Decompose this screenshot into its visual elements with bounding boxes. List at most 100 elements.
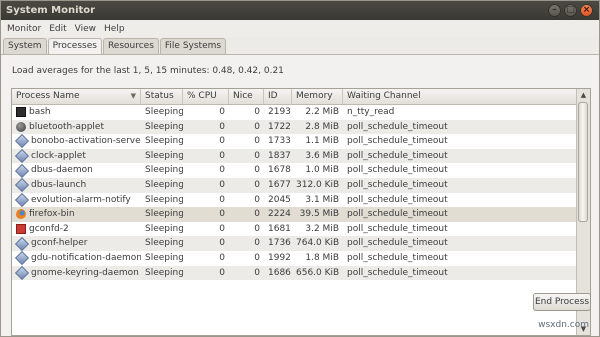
column-header-waiting-channel[interactable]: Waiting Channel [343, 89, 578, 104]
tab-processes[interactable]: Processes [47, 38, 102, 55]
menu-monitor[interactable]: Monitor [3, 24, 45, 34]
watermark: wsxdn.com [538, 320, 589, 330]
load-averages-label: Load averages for the last 1, 5, 15 minu… [12, 66, 284, 76]
process-name-label: gconf-helper [31, 238, 88, 249]
process-name-label: bonobo-activation-server [31, 136, 141, 147]
cpu-cell: 0 [219, 165, 225, 176]
waiting-channel-cell: poll_schedule_timeout [347, 165, 448, 176]
tab-system[interactable]: System [3, 38, 47, 54]
waiting-channel-cell: n_tty_read [347, 107, 395, 117]
status-cell: Sleeping [145, 252, 183, 263]
process-name-label: gconfd-2 [29, 223, 69, 234]
table-row[interactable]: evolution-alarm-notify Sleeping 0 0 2045 3.1 … [12, 192, 578, 208]
nice-cell: 0 [254, 252, 260, 263]
terminal-icon [16, 107, 26, 118]
column-header-label: Process Name [16, 91, 80, 101]
cpu-cell: 0 [219, 209, 225, 220]
process-name-cell: evolution-alarm-notify [12, 192, 141, 208]
column-header-id[interactable]: ID [264, 89, 292, 104]
nice-cell: 0 [254, 267, 260, 278]
process-name-cell: firefox-bin [12, 207, 141, 222]
table-row[interactable]: gnome-keyring-daemon Sleeping 0 0 1686 656.0 … [12, 265, 578, 281]
scroll-up-icon[interactable]: ▲ [577, 89, 590, 101]
tab-resources[interactable]: Resources [102, 38, 159, 54]
process-name-cell: clock-applet [12, 149, 141, 164]
cpu-cell: 0 [219, 194, 225, 205]
cpu-cell: 0 [219, 150, 225, 161]
process-diamond-icon [14, 236, 30, 251]
waiting-channel-cell: poll_schedule_timeout [347, 136, 448, 147]
column-header-process-name[interactable]: Process Name ▼ [12, 89, 141, 104]
id-cell: 1681 [268, 223, 291, 234]
close-icon[interactable]: × [580, 4, 593, 17]
status-cell: Sleeping [145, 267, 183, 278]
process-name-label: bluetooth-applet [29, 121, 104, 132]
table-row[interactable]: bluetooth-applet Sleeping 0 0 1722 2.8 MiB pol… [12, 119, 578, 135]
maximize-icon[interactable]: □ [564, 4, 577, 17]
column-header-memory[interactable]: Memory [292, 89, 343, 104]
gconf-icon [16, 224, 26, 235]
tab-file-systems[interactable]: File Systems [159, 38, 227, 54]
process-name-label: bash [29, 107, 51, 117]
table-row[interactable]: firefox-bin Sleeping 0 0 2224 39.5 MiB poll_sc… [12, 207, 578, 222]
table-row[interactable]: gdu-notification-daemon Sleeping 0 0 1992 1.8… [12, 251, 578, 266]
menu-edit[interactable]: Edit [45, 24, 70, 34]
menu-view[interactable]: View [71, 24, 100, 34]
firefox-icon [16, 209, 26, 220]
table-row[interactable]: bash Sleeping 0 0 2193 2.2 MiB n_tty_read [12, 105, 578, 120]
status-cell: Sleeping [145, 107, 183, 117]
table-row[interactable]: dbus-launch Sleeping 0 0 1677 312.0 KiB poll_s… [12, 177, 578, 193]
waiting-channel-cell: poll_schedule_timeout [347, 267, 448, 278]
status-cell: Sleeping [145, 194, 183, 205]
waiting-channel-cell: poll_schedule_timeout [347, 121, 448, 132]
nice-cell: 0 [254, 107, 260, 117]
process-name-label: evolution-alarm-notify [31, 194, 131, 205]
memory-cell: 2.2 MiB [305, 107, 339, 117]
nice-cell: 0 [254, 165, 260, 176]
nice-cell: 0 [254, 209, 260, 220]
process-name-label: clock-applet [31, 150, 86, 161]
column-header-cpu[interactable]: % CPU [183, 89, 229, 104]
end-process-button[interactable]: End Process [533, 293, 591, 311]
table-row[interactable]: bonobo-activation-server Sleeping 0 0 1733 1.… [12, 134, 578, 149]
memory-cell: 312.0 KiB [296, 179, 340, 190]
status-cell: Sleeping [145, 165, 183, 176]
table-row[interactable]: gconfd-2 Sleeping 0 0 1681 3.2 MiB poll_schedu… [12, 222, 578, 237]
process-diamond-icon [14, 163, 30, 178]
id-cell: 1722 [268, 121, 291, 132]
title-bar[interactable]: System Monitor – □ × [1, 1, 599, 20]
process-name-cell: gconf-helper [12, 236, 141, 251]
process-diamond-icon [14, 149, 30, 164]
cpu-cell: 0 [219, 121, 225, 132]
column-header-status[interactable]: Status [141, 89, 183, 104]
nice-cell: 0 [254, 223, 260, 234]
menu-help[interactable]: Help [100, 24, 129, 34]
memory-cell: 764.0 KiB [296, 238, 340, 249]
nice-cell: 0 [254, 136, 260, 147]
waiting-channel-cell: poll_schedule_timeout [347, 209, 448, 220]
id-cell: 1837 [268, 150, 291, 161]
scrollbar-thumb[interactable] [578, 102, 588, 222]
memory-cell: 3.1 MiB [305, 194, 339, 205]
table-row[interactable]: clock-applet Sleeping 0 0 1837 3.6 MiB poll_sc… [12, 148, 578, 164]
status-cell: Sleeping [145, 121, 183, 132]
waiting-channel-cell: poll_schedule_timeout [347, 252, 448, 263]
minimize-icon[interactable]: – [548, 4, 561, 17]
memory-cell: 1.1 MiB [305, 136, 339, 147]
process-name-cell: gconfd-2 [12, 222, 141, 237]
memory-cell: 3.2 MiB [305, 223, 339, 234]
process-diamond-icon [14, 192, 30, 207]
table-row[interactable]: gconf-helper Sleeping 0 0 1736 764.0 KiB poll_… [12, 236, 578, 251]
process-diamond-icon [14, 178, 30, 193]
table-row[interactable]: dbus-daemon Sleeping 0 0 1678 1.0 MiB poll_sch… [12, 163, 578, 178]
process-name-label: gnome-keyring-daemon [31, 267, 139, 278]
column-header-nice[interactable]: Nice [229, 89, 264, 104]
id-cell: 1992 [268, 252, 291, 263]
process-name-cell: gdu-notification-daemon [12, 251, 141, 266]
id-cell: 1736 [268, 238, 291, 249]
id-cell: 1677 [268, 179, 291, 190]
process-name-cell: bluetooth-applet [12, 120, 141, 135]
status-cell: Sleeping [145, 179, 183, 190]
process-name-label: firefox-bin [29, 209, 75, 220]
id-cell: 1678 [268, 165, 291, 176]
